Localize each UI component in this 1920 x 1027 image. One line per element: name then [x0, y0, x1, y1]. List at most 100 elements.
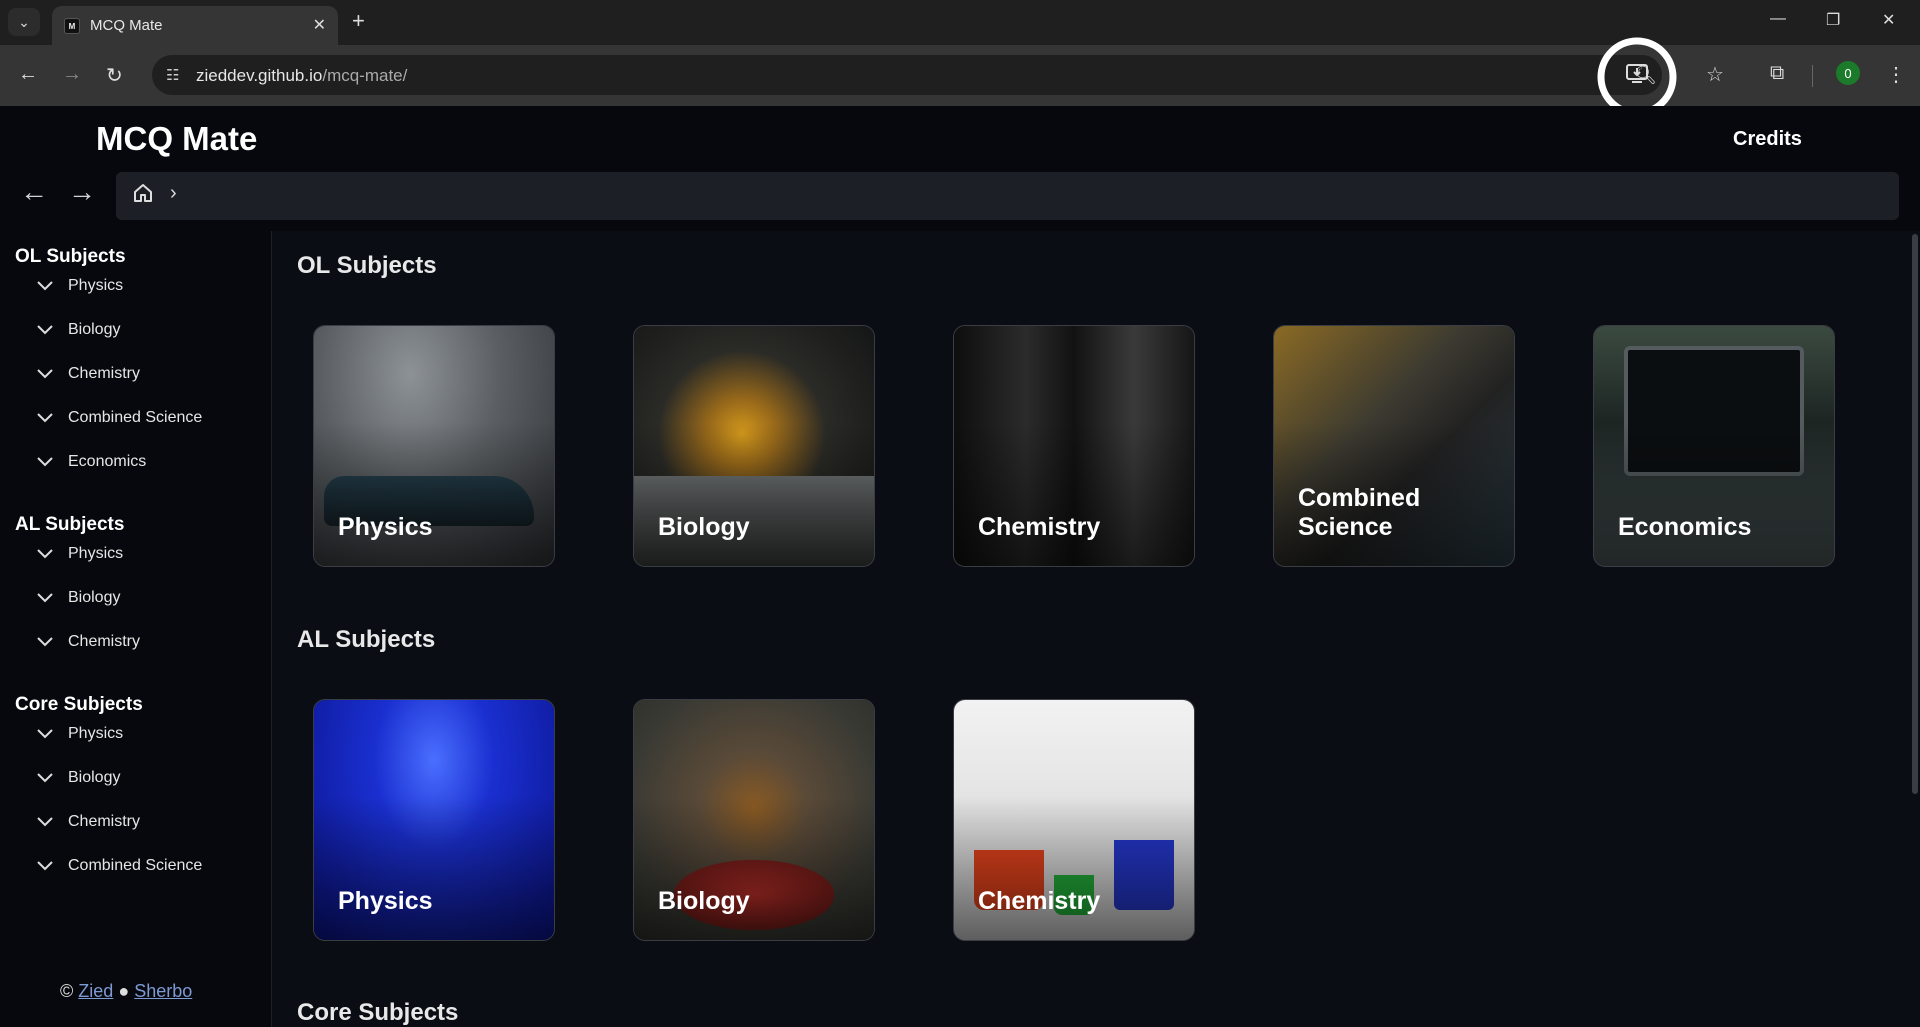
chevron-down-icon — [37, 369, 53, 379]
web-page: MCQ Mate Credits ← → › OL Subjects Physi… — [0, 106, 1920, 1027]
more-menu-icon[interactable]: ⋮ — [1886, 62, 1906, 87]
minimize-button[interactable]: — — [1770, 10, 1786, 28]
sidebar-item-label: Combined Science — [68, 409, 203, 426]
install-app-icon[interactable] — [1625, 62, 1649, 90]
chevron-down-icon — [37, 861, 53, 871]
card-label: Combined Science — [1298, 484, 1421, 541]
sidebar-item-label: Chemistry — [68, 813, 141, 830]
sidebar-item-ol-combined-science[interactable]: Combined Science — [36, 409, 202, 427]
tab-search-button[interactable]: ⌄ — [8, 8, 40, 36]
sidebar-item-label: Biology — [68, 589, 121, 606]
chevron-down-icon — [37, 413, 53, 423]
chevron-down-icon — [37, 817, 53, 827]
close-window-button[interactable]: ✕ — [1882, 10, 1895, 30]
card-ol-biology[interactable]: Biology — [633, 325, 875, 567]
bookmark-star-icon[interactable]: ☆ — [1706, 62, 1724, 87]
chevron-down-icon — [37, 325, 53, 335]
url-text[interactable]: zieddev.github.io/mcq-mate/ — [196, 66, 407, 86]
sidebar-item-al-physics[interactable]: Physics — [36, 545, 123, 563]
sidebar-group-ol[interactable]: OL Subjects — [15, 246, 126, 268]
card-ol-chemistry[interactable]: Chemistry — [953, 325, 1195, 567]
tab-title: MCQ Mate — [90, 17, 163, 34]
card-label: Chemistry — [978, 887, 1101, 915]
sidebar-item-ol-physics[interactable]: Physics — [36, 277, 123, 295]
forward-button[interactable]: → — [62, 63, 82, 86]
sidebar-item-core-biology[interactable]: Biology — [36, 769, 120, 787]
copyright-symbol: © — [60, 981, 74, 1001]
sidebar-item-ol-chemistry[interactable]: Chemistry — [36, 365, 140, 383]
sidebar-item-label: Biology — [68, 321, 121, 338]
chevron-down-icon — [37, 729, 53, 739]
card-al-chemistry[interactable]: Chemistry — [953, 699, 1195, 941]
sidebar-item-label: Chemistry — [68, 365, 141, 382]
bullet-separator: ● — [118, 981, 130, 1001]
url-path: /mcq-mate/ — [322, 66, 408, 85]
sidebar: OL Subjects Physics Biology Chemistry Co… — [0, 231, 272, 1027]
author-link-zied[interactable]: Zied — [78, 981, 113, 1001]
sidebar-group-al[interactable]: AL Subjects — [15, 514, 124, 536]
sidebar-item-core-combined-science[interactable]: Combined Science — [36, 857, 202, 875]
site-header: MCQ Mate Credits ← → › — [0, 106, 1920, 231]
back-button[interactable]: ← — [18, 63, 38, 86]
profile-avatar[interactable]: 0 — [1836, 61, 1860, 85]
card-label: Chemistry — [978, 513, 1101, 541]
card-ol-physics[interactable]: Physics — [313, 325, 555, 567]
page-forward-arrow-icon[interactable]: → — [68, 176, 96, 208]
chevron-down-icon — [37, 593, 53, 603]
breadcrumb: › — [116, 172, 1899, 220]
sidebar-item-label: Biology — [68, 769, 121, 786]
card-ol-combined-science[interactable]: Combined Science — [1273, 325, 1515, 567]
credits-link[interactable]: Credits — [1733, 128, 1802, 151]
chevron-down-icon: ⌄ — [18, 13, 30, 30]
chevron-down-icon — [37, 281, 53, 291]
chevron-down-icon — [37, 773, 53, 783]
chevron-down-icon — [37, 457, 53, 467]
extensions-icon[interactable]: ⧉ — [1770, 62, 1784, 85]
sidebar-item-core-physics[interactable]: Physics — [36, 725, 123, 743]
url-domain: zieddev.github.io — [196, 66, 323, 85]
toolbar-separator — [1812, 65, 1813, 87]
sidebar-item-al-biology[interactable]: Biology — [36, 589, 120, 607]
browser-toolbar: ← → ↻ ☷ zieddev.github.io/mcq-mate/ 🔍︎ ☆… — [0, 45, 1920, 106]
chevron-down-icon — [37, 637, 53, 647]
sidebar-item-ol-biology[interactable]: Biology — [36, 321, 120, 339]
card-label: Biology — [658, 513, 750, 541]
sidebar-item-label: Chemistry — [68, 633, 141, 650]
card-label: Biology — [658, 887, 750, 915]
sidebar-group-core[interactable]: Core Subjects — [15, 694, 143, 716]
card-label: Physics — [338, 887, 433, 915]
card-label: Economics — [1618, 513, 1752, 541]
sidebar-item-label: Combined Science — [68, 857, 203, 874]
close-icon[interactable]: ✕ — [313, 15, 326, 35]
home-icon[interactable] — [132, 182, 154, 204]
sidebar-item-ol-economics[interactable]: Economics — [36, 453, 146, 471]
site-brand[interactable]: MCQ Mate — [96, 120, 257, 158]
sidebar-item-al-chemistry[interactable]: Chemistry — [36, 633, 140, 651]
browser-tab[interactable]: M MCQ Mate ✕ — [52, 6, 338, 45]
author-link-sherbo[interactable]: Sherbo — [134, 981, 192, 1001]
sidebar-item-label: Physics — [68, 725, 124, 742]
page-scrollbar[interactable] — [1912, 234, 1918, 794]
card-label: Physics — [338, 513, 433, 541]
sidebar-footer: © Zied ● Sherbo — [60, 981, 192, 1002]
restore-button[interactable]: ❐ — [1826, 10, 1840, 30]
sidebar-item-label: Physics — [68, 277, 124, 294]
new-tab-button[interactable]: + — [352, 10, 365, 32]
section-title-ol: OL Subjects — [297, 252, 437, 279]
sidebar-item-core-chemistry[interactable]: Chemistry — [36, 813, 140, 831]
section-title-core: Core Subjects — [297, 999, 459, 1026]
sidebar-item-label: Economics — [68, 453, 147, 470]
site-info-icon[interactable]: ☷ — [166, 66, 179, 84]
card-al-physics[interactable]: Physics — [313, 699, 555, 941]
card-al-biology[interactable]: Biology — [633, 699, 875, 941]
section-title-al: AL Subjects — [297, 626, 436, 653]
page-back-arrow-icon[interactable]: ← — [20, 176, 48, 208]
reload-button[interactable]: ↻ — [106, 63, 123, 88]
browser-tab-bar: ⌄ M MCQ Mate ✕ + — ❐ ✕ — [0, 0, 1920, 45]
favicon-icon: M — [64, 18, 80, 34]
sidebar-item-label: Physics — [68, 545, 124, 562]
address-bar[interactable]: ☷ zieddev.github.io/mcq-mate/ 🔍︎ — [152, 55, 1662, 95]
chevron-right-icon: › — [170, 182, 177, 204]
card-ol-economics[interactable]: Economics — [1593, 325, 1835, 567]
main-content: OL Subjects Physics Biology Chemistry Co… — [272, 231, 1920, 1027]
